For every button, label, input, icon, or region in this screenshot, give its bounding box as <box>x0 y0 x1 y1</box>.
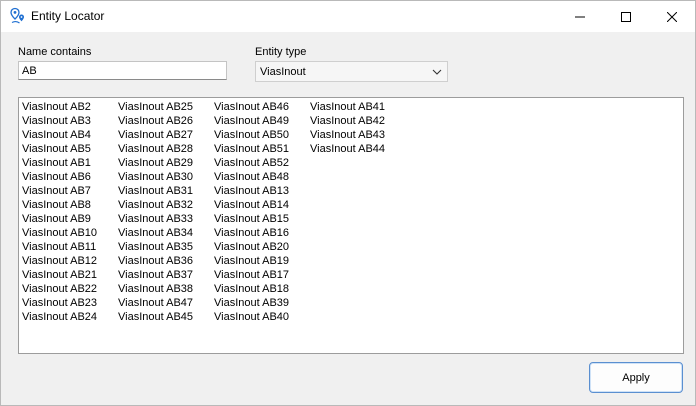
results-list[interactable]: ViasInout AB2 ViasInout AB3 ViasInout AB4 V… <box>18 97 684 354</box>
list-item[interactable]: ViasInout AB14 <box>214 198 289 212</box>
list-item[interactable]: ViasInout AB38 <box>118 282 193 296</box>
list-item[interactable]: ViasInout AB13 <box>214 184 289 198</box>
minimize-icon <box>575 16 585 17</box>
list-item[interactable]: ViasInout AB43 <box>310 128 385 142</box>
list-item[interactable]: ViasInout AB32 <box>118 198 193 212</box>
results-column: ViasInout AB41 ViasInout AB42 ViasInout AB… <box>310 100 385 156</box>
list-item[interactable]: ViasInout AB50 <box>214 128 289 142</box>
list-item[interactable]: ViasInout AB36 <box>118 254 193 268</box>
close-button[interactable] <box>649 1 695 32</box>
list-item[interactable]: ViasInout AB11 <box>22 240 97 254</box>
results-column: ViasInout AB25 ViasInout AB26 ViasInout AB… <box>118 100 193 324</box>
list-item[interactable]: ViasInout AB48 <box>214 170 289 184</box>
list-item[interactable]: ViasInout AB42 <box>310 114 385 128</box>
list-item[interactable]: ViasInout AB8 <box>22 198 97 212</box>
chevron-down-icon <box>432 69 442 75</box>
entity-type-value: ViasInout <box>260 66 306 78</box>
list-item[interactable]: ViasInout AB33 <box>118 212 193 226</box>
list-item[interactable]: ViasInout AB49 <box>214 114 289 128</box>
list-item[interactable]: ViasInout AB46 <box>214 100 289 114</box>
list-item[interactable]: ViasInout AB15 <box>214 212 289 226</box>
entity-locator-window: Entity Locator Name contains Entity type… <box>0 0 696 406</box>
list-item[interactable]: ViasInout AB25 <box>118 100 193 114</box>
list-item[interactable]: ViasInout AB27 <box>118 128 193 142</box>
list-item[interactable]: ViasInout AB19 <box>214 254 289 268</box>
list-item[interactable]: ViasInout AB45 <box>118 310 193 324</box>
close-icon <box>667 11 677 22</box>
minimize-button[interactable] <box>557 1 603 32</box>
list-item[interactable]: ViasInout AB12 <box>22 254 97 268</box>
list-item[interactable]: ViasInout AB41 <box>310 100 385 114</box>
list-item[interactable]: ViasInout AB29 <box>118 156 193 170</box>
list-item[interactable]: ViasInout AB9 <box>22 212 97 226</box>
list-item[interactable]: ViasInout AB26 <box>118 114 193 128</box>
list-item[interactable]: ViasInout AB5 <box>22 142 97 156</box>
list-item[interactable]: ViasInout AB17 <box>214 268 289 282</box>
maximize-icon <box>621 11 631 22</box>
title-bar[interactable]: Entity Locator <box>1 1 695 32</box>
apply-button[interactable]: Apply <box>589 362 683 393</box>
list-item[interactable]: ViasInout AB44 <box>310 142 385 156</box>
list-item[interactable]: ViasInout AB30 <box>118 170 193 184</box>
name-contains-input[interactable] <box>18 61 227 80</box>
list-item[interactable]: ViasInout AB4 <box>22 128 97 142</box>
results-column: ViasInout AB2 ViasInout AB3 ViasInout AB4 V… <box>22 100 97 324</box>
list-item[interactable]: ViasInout AB16 <box>214 226 289 240</box>
list-item[interactable]: ViasInout AB37 <box>118 268 193 282</box>
list-item[interactable]: ViasInout AB7 <box>22 184 97 198</box>
list-item[interactable]: ViasInout AB52 <box>214 156 289 170</box>
list-item[interactable]: ViasInout AB40 <box>214 310 289 324</box>
list-item[interactable]: ViasInout AB34 <box>118 226 193 240</box>
list-item[interactable]: ViasInout AB3 <box>22 114 97 128</box>
list-item[interactable]: ViasInout AB28 <box>118 142 193 156</box>
list-item[interactable]: ViasInout AB39 <box>214 296 289 310</box>
entity-type-select[interactable]: ViasInout <box>255 61 448 82</box>
list-item[interactable]: ViasInout AB51 <box>214 142 289 156</box>
list-item[interactable]: ViasInout AB10 <box>22 226 97 240</box>
list-item[interactable]: ViasInout AB1 <box>22 156 97 170</box>
list-item[interactable]: ViasInout AB6 <box>22 170 97 184</box>
name-contains-label: Name contains <box>18 46 92 58</box>
map-pin-icon <box>10 7 24 24</box>
list-item[interactable]: ViasInout AB35 <box>118 240 193 254</box>
list-item[interactable]: ViasInout AB47 <box>118 296 193 310</box>
list-item[interactable]: ViasInout AB23 <box>22 296 97 310</box>
results-column: ViasInout AB46 ViasInout AB49 ViasInout AB… <box>214 100 289 324</box>
list-item[interactable]: ViasInout AB20 <box>214 240 289 254</box>
list-item[interactable]: ViasInout AB2 <box>22 100 97 114</box>
list-item[interactable]: ViasInout AB22 <box>22 282 97 296</box>
list-item[interactable]: ViasInout AB18 <box>214 282 289 296</box>
entity-type-label: Entity type <box>255 46 307 58</box>
list-item[interactable]: ViasInout AB24 <box>22 310 97 324</box>
list-item[interactable]: ViasInout AB21 <box>22 268 97 282</box>
window-title: Entity Locator <box>31 9 105 23</box>
list-item[interactable]: ViasInout AB31 <box>118 184 193 198</box>
maximize-button[interactable] <box>603 1 649 32</box>
